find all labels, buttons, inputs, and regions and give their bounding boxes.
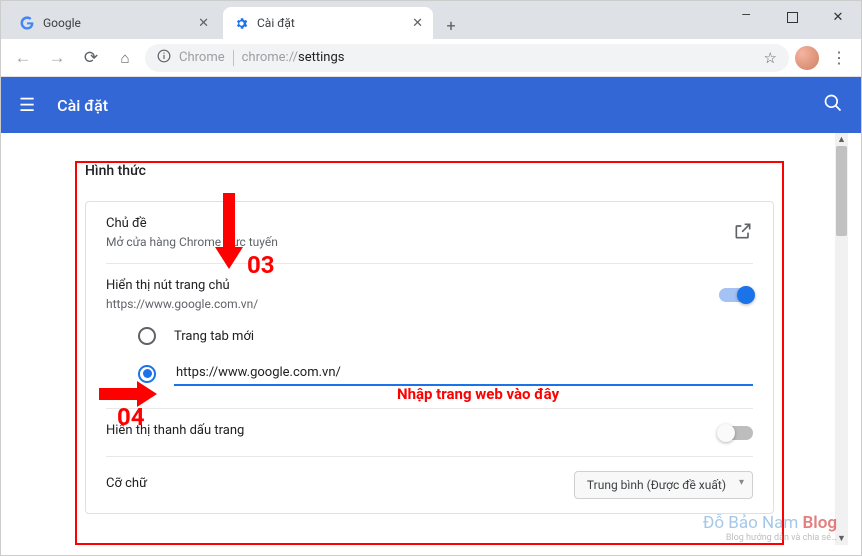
tab-title: Cài đặt [257,16,295,30]
annotation-input-hint: Nhập trang web vào đây [397,385,559,403]
radio-label: Trang tab mới [174,329,254,344]
annotation-number-03: 03 [247,251,275,279]
row-font-size: Cỡ chữ Trung bình (Được đề xuất) [106,457,753,513]
scrollbar-track[interactable]: ▲ ▼ [835,133,848,545]
window-maximize-button[interactable] [769,1,815,33]
home-button[interactable]: ⌂ [111,44,139,72]
home-url-input[interactable] [174,361,753,386]
home-button-toggle[interactable] [719,288,753,302]
browser-tab-settings[interactable]: Cài đặt ✕ [223,7,433,39]
new-tab-button[interactable]: + [437,11,465,39]
settings-card: Chủ đề Mở cửa hàng Chrome trực tuyến Hiể… [85,201,774,514]
row-title: Chủ đề [106,216,719,231]
scrollbar-thumb[interactable] [836,146,847,236]
section-title-appearance: Hình thức [85,163,774,179]
gear-icon [233,15,249,31]
row-title: Hiển thị nút trang chủ [106,278,719,293]
row-theme[interactable]: Chủ đề Mở cửa hàng Chrome trực tuyến [106,202,753,264]
radio-icon [138,327,156,345]
row-subtitle: Mở cửa hàng Chrome trực tuyến [106,235,719,249]
external-link-icon [733,221,753,245]
nav-forward-button[interactable]: → [43,44,71,72]
bookmark-star-icon[interactable]: ☆ [764,49,777,67]
annotation-arrow-03 [217,193,241,267]
window-minimize-button[interactable] [723,1,769,33]
tab-title: Google [43,16,81,30]
site-info-icon[interactable] [157,49,171,67]
url-host: Chrome [179,50,225,65]
browser-tab-google[interactable]: Google ✕ [9,7,219,39]
radio-icon [138,365,156,383]
window-close-button[interactable] [815,1,861,33]
settings-header: ☰ Cài đặt [1,77,861,133]
row-bookmarks-bar: Hiển thị thanh dấu trang [106,409,753,457]
tab-close-icon[interactable]: ✕ [198,16,209,31]
watermark: Đỗ Bảo Nam Blog Blog hướng dẫn và chia s… [703,513,837,543]
profile-avatar[interactable] [795,46,819,70]
url-text: chrome://settings [242,50,345,65]
address-bar: ← → ⟳ ⌂ Chrome chrome://settings ☆ ⋮ [1,39,861,77]
divider [233,50,234,66]
google-icon [19,15,35,31]
row-subtitle: https://www.google.com.vn/ [106,297,719,311]
font-size-dropdown[interactable]: Trung bình (Được đề xuất) [574,471,753,499]
annotation-arrow-04 [99,383,157,405]
bookmarks-bar-toggle[interactable] [719,426,753,440]
browser-menu-button[interactable]: ⋮ [825,48,853,67]
scroll-up-icon[interactable]: ▲ [835,133,848,146]
tab-close-icon[interactable]: ✕ [412,16,423,31]
annotation-number-04: 04 [117,403,145,431]
radio-option-newtab[interactable]: Trang tab mới [138,319,753,353]
menu-icon[interactable]: ☰ [19,95,35,116]
page-title: Cài đặt [57,96,108,115]
row-title: Hiển thị thanh dấu trang [106,423,705,438]
row-title: Cỡ chữ [106,476,560,491]
nav-back-button[interactable]: ← [9,44,37,72]
search-icon[interactable] [823,93,843,118]
omnibox[interactable]: Chrome chrome://settings ☆ [145,44,789,72]
reload-button[interactable]: ⟳ [77,44,105,72]
